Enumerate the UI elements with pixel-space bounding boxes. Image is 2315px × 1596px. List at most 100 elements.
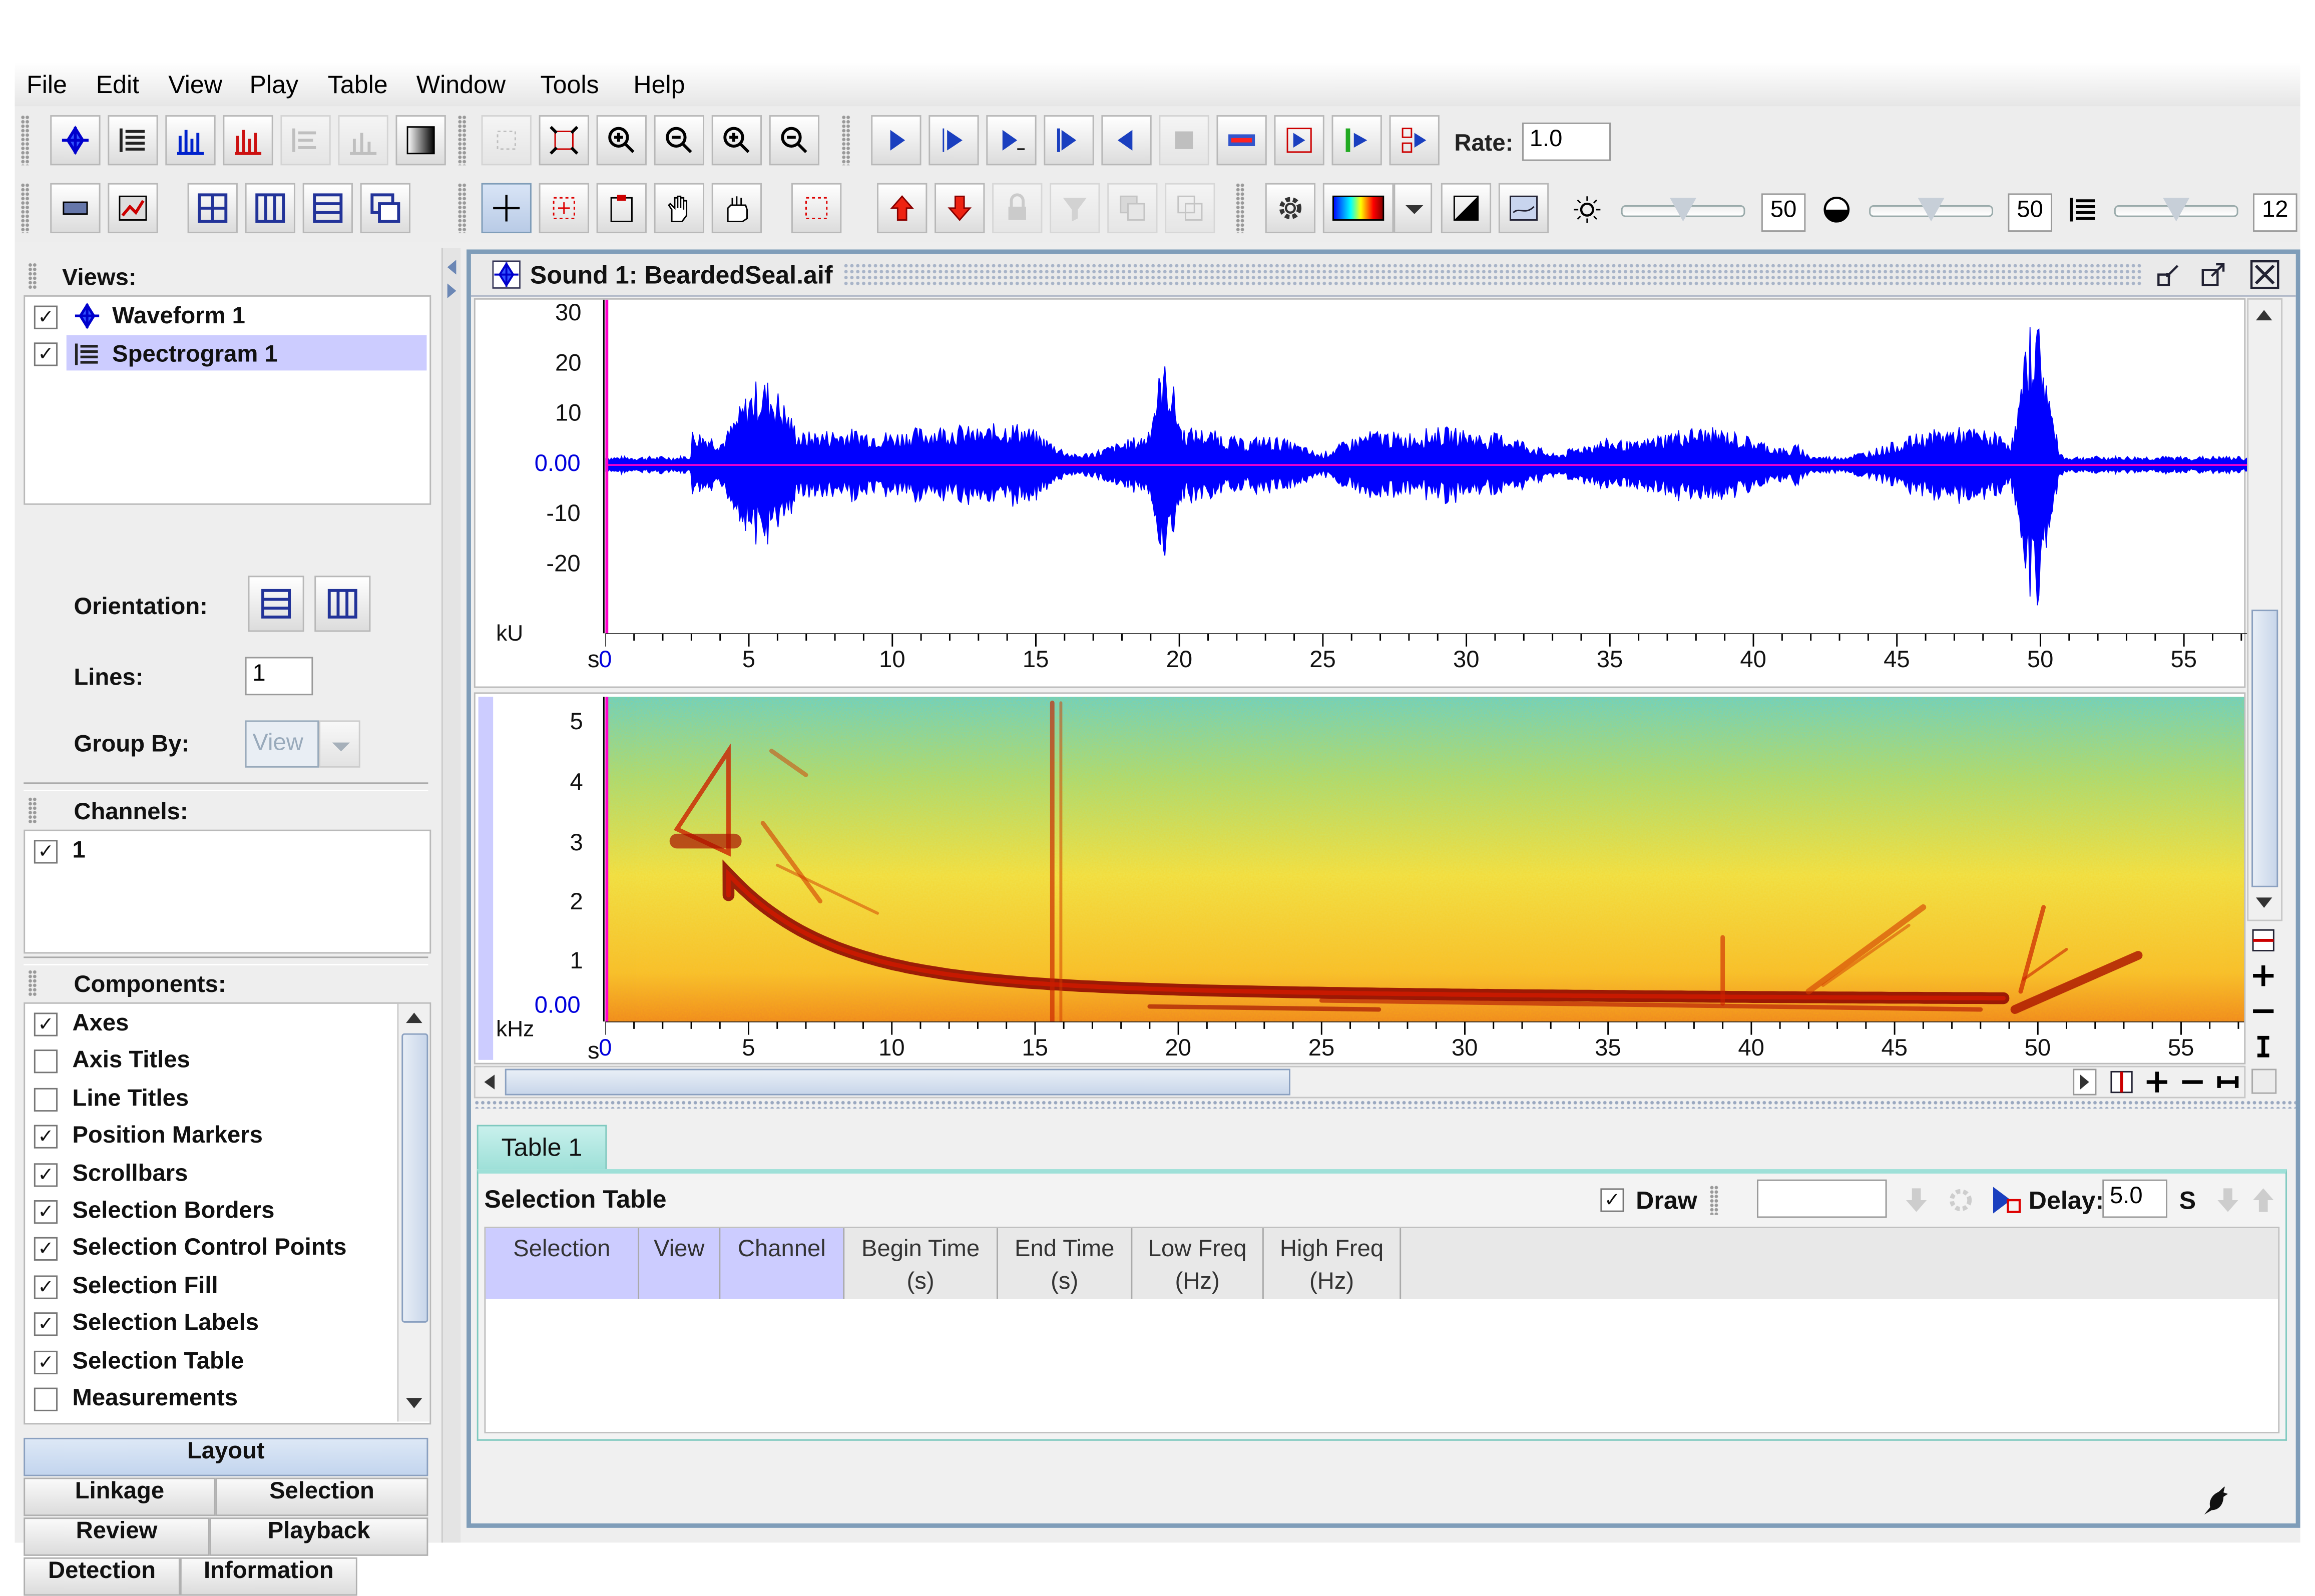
scrollbar-thumb[interactable] xyxy=(401,1033,428,1323)
orientation-horizontal-button[interactable] xyxy=(248,576,304,632)
column-header[interactable]: Channel xyxy=(720,1228,845,1299)
maximize-icon[interactable] xyxy=(2198,260,2228,289)
auto-icon[interactable] xyxy=(1943,1183,1979,1218)
record-button[interactable] xyxy=(1216,115,1267,166)
scrollbar-thumb[interactable] xyxy=(2251,610,2278,887)
toolbar-grip[interactable] xyxy=(841,115,850,166)
rate-field[interactable]: 1.0 xyxy=(1522,122,1611,161)
menu-file[interactable]: File xyxy=(27,71,67,101)
views-checkbox[interactable]: ✓ xyxy=(34,342,58,366)
tab-layout[interactable]: Layout xyxy=(24,1437,428,1476)
minimize-icon[interactable] xyxy=(2154,260,2183,289)
component-checkbox[interactable] xyxy=(34,1088,58,1112)
copy-selection-button[interactable] xyxy=(1107,183,1158,234)
orientation-vertical-button[interactable] xyxy=(314,576,371,632)
new-waveform-button[interactable] xyxy=(50,115,101,166)
component-checkbox[interactable]: ✓ xyxy=(34,1312,58,1336)
component-item[interactable]: Selection Control Points xyxy=(73,1236,347,1263)
tile-vertical-button[interactable] xyxy=(245,183,295,234)
fit-height-icon[interactable] xyxy=(2250,927,2276,953)
grayscale-button[interactable] xyxy=(1441,183,1492,234)
component-item[interactable]: Axes xyxy=(73,1011,129,1037)
play-loop-button[interactable] xyxy=(1044,115,1094,166)
zoom-in-horizontal-icon[interactable] xyxy=(2144,1069,2170,1096)
zoom-out-horizontal-icon[interactable] xyxy=(2179,1069,2206,1096)
new-spectrum-button[interactable] xyxy=(165,115,216,166)
toolbar-grip[interactable] xyxy=(457,183,467,234)
column-header[interactable]: End Time (s) xyxy=(998,1228,1133,1299)
new-histogram-button[interactable] xyxy=(338,115,388,166)
component-item[interactable]: Scrollbars xyxy=(73,1161,188,1188)
vertical-scrollbar[interactable] xyxy=(2247,298,2283,921)
play-marker-button[interactable] xyxy=(1331,115,1382,166)
play-visible-button[interactable] xyxy=(986,115,1037,166)
spectrogram-plot[interactable] xyxy=(605,697,2244,1022)
scrollbar-thumb[interactable] xyxy=(505,1069,1290,1096)
play-next-icon[interactable] xyxy=(1987,1183,2023,1218)
move-down-icon[interactable] xyxy=(1899,1183,1934,1218)
brightness-slider-thumb[interactable] xyxy=(1669,198,1697,222)
menu-table[interactable]: Table xyxy=(328,71,388,101)
lines-slider-thumb[interactable] xyxy=(2163,198,2190,222)
new-spectrum-red-button[interactable] xyxy=(223,115,273,166)
panel-grip[interactable] xyxy=(28,969,37,996)
sound-window-title-bar[interactable]: Sound 1: BeardedSeal.aif xyxy=(471,254,2296,297)
component-item[interactable]: Position Markers xyxy=(73,1124,263,1150)
component-item[interactable]: Selection Fill xyxy=(73,1274,218,1300)
new-spectrogram-button[interactable] xyxy=(108,115,158,166)
zoom-in-vertical-icon[interactable] xyxy=(2250,962,2276,989)
new-slice-button[interactable] xyxy=(280,115,331,166)
color-map-button[interactable] xyxy=(1322,183,1394,234)
component-checkbox[interactable]: ✓ xyxy=(34,1350,58,1374)
view-item-spectrogram[interactable]: Spectrogram 1 xyxy=(112,342,277,369)
component-item[interactable]: Axis Titles xyxy=(73,1048,190,1075)
channel-checkbox[interactable]: ✓ xyxy=(34,840,58,864)
component-checkbox[interactable] xyxy=(34,1387,58,1411)
full-horizontal-icon[interactable] xyxy=(2214,1069,2241,1096)
zoom-fit-button[interactable] xyxy=(539,115,589,166)
draw-grip[interactable] xyxy=(1709,1185,1719,1215)
spectrogram-view[interactable]: 5 4 3 2 1 0.00 kHz s 0 5 10 15 20 25 30 35 40 45 5… xyxy=(474,692,2246,1065)
select-tool-button[interactable] xyxy=(481,183,532,234)
column-header[interactable]: Low Freq (Hz) xyxy=(1132,1228,1264,1299)
panel-grip[interactable] xyxy=(28,797,37,824)
zoom-in-freq-button[interactable] xyxy=(711,115,762,166)
next-selection-button[interactable] xyxy=(935,183,985,234)
tab-playback[interactable]: Playback xyxy=(209,1517,428,1556)
view-item-waveform[interactable]: Waveform 1 xyxy=(112,304,245,331)
column-header[interactable]: Selection xyxy=(486,1228,640,1299)
component-item[interactable]: Selection Labels xyxy=(73,1311,259,1338)
toolbar-grip[interactable] xyxy=(1235,183,1245,234)
panel-grip[interactable] xyxy=(28,263,37,290)
toolbar-grip[interactable] xyxy=(21,115,30,166)
scroll-right-button[interactable] xyxy=(2073,1069,2097,1096)
menu-edit[interactable]: Edit xyxy=(96,71,139,101)
component-checkbox[interactable]: ✓ xyxy=(34,1200,58,1224)
spectrogram-settings-button[interactable] xyxy=(1498,183,1549,234)
zoom-out-freq-button[interactable] xyxy=(769,115,820,166)
sidebar-splitter[interactable] xyxy=(441,248,461,1543)
stop-button[interactable] xyxy=(1159,115,1209,166)
waveform-plot[interactable] xyxy=(605,299,2247,634)
views-checkbox[interactable]: ✓ xyxy=(34,305,58,329)
lines-value[interactable]: 12 xyxy=(2253,193,2297,232)
contrast-slider-thumb[interactable] xyxy=(1918,198,1945,222)
color-map-dropdown[interactable] xyxy=(1394,183,1433,234)
zoom-in-time-button[interactable] xyxy=(596,115,647,166)
waveform-view[interactable]: 30 20 10 0.00 -10 -20 kU s 0 5 10 15 20 25 30 3… xyxy=(474,298,2247,688)
menu-play[interactable]: Play xyxy=(249,71,298,101)
lock-button[interactable] xyxy=(992,183,1043,234)
close-icon[interactable] xyxy=(2250,260,2279,289)
table-splitter[interactable] xyxy=(474,1100,2296,1109)
tile-views-button[interactable] xyxy=(187,183,238,234)
annotate-tool-button[interactable] xyxy=(596,183,647,234)
channel-item[interactable]: 1 xyxy=(73,838,86,865)
toolbar-grip[interactable] xyxy=(21,183,30,234)
view-chart-button[interactable] xyxy=(108,183,158,234)
group-by-dropdown[interactable] xyxy=(319,720,360,768)
tab-linkage[interactable]: Linkage xyxy=(24,1477,216,1516)
column-header[interactable]: Begin Time (s) xyxy=(844,1228,998,1299)
grab-tool-button[interactable] xyxy=(711,183,762,234)
delay-field[interactable]: 5.0 xyxy=(2102,1179,2168,1218)
previous-selection-button[interactable] xyxy=(877,183,928,234)
